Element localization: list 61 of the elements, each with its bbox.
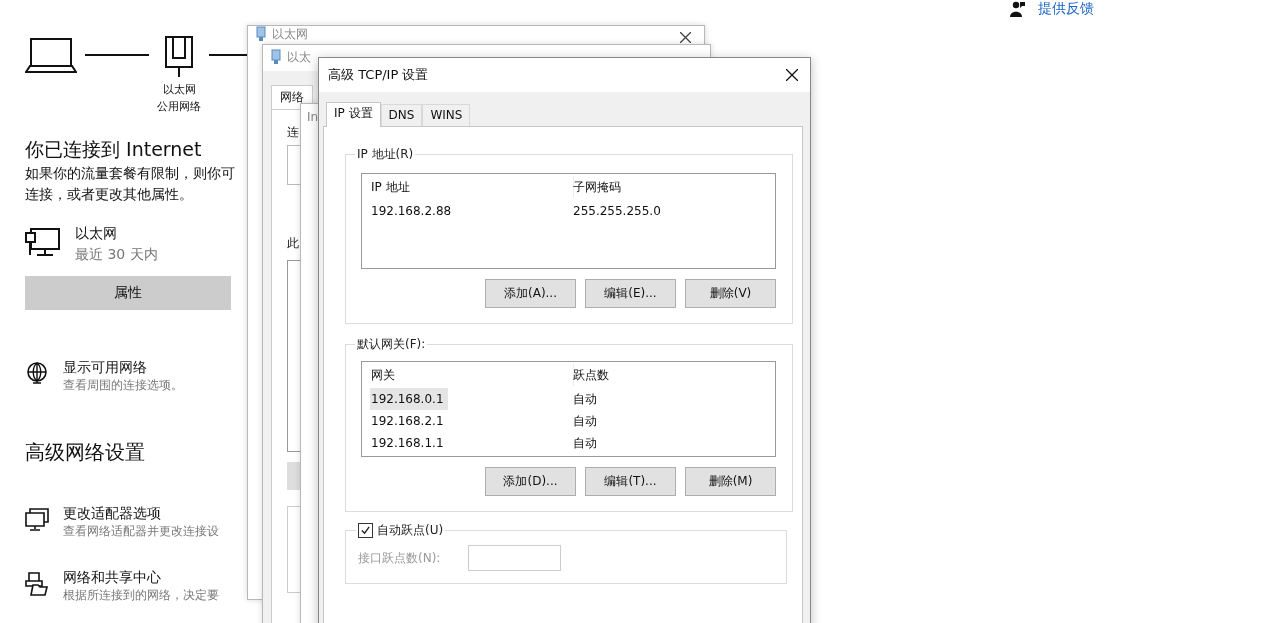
person-icon bbox=[1010, 1, 1026, 17]
dialog-button[interactable]: 删除(V) bbox=[685, 279, 776, 308]
tab[interactable]: DNS bbox=[380, 104, 423, 126]
dialog-title: 高级 TCP/IP 设置 bbox=[328, 66, 429, 84]
checkbox-label[interactable]: 自动跃点(U) bbox=[377, 522, 444, 539]
tab[interactable]: In bbox=[307, 110, 319, 124]
list-cell[interactable]: 自动 bbox=[572, 410, 775, 432]
ethernet-monitor-icon bbox=[25, 227, 61, 257]
tab[interactable]: WINS bbox=[422, 104, 471, 126]
status-description: 连接，或者更改其他属性。 bbox=[25, 185, 194, 204]
list-cell[interactable]: 自动 bbox=[572, 388, 775, 410]
status-heading: 你已连接到 Internet bbox=[25, 137, 202, 162]
window-title: 以太网 bbox=[272, 27, 308, 41]
settings-link-subtitle: 根据所连接到的网络，决定要 bbox=[63, 587, 219, 604]
network-type: 公用网络 bbox=[157, 99, 201, 115]
dialog-button[interactable]: 编辑(T)... bbox=[585, 467, 676, 496]
close-icon[interactable] bbox=[786, 69, 798, 81]
dialog-button[interactable]: 删除(M) bbox=[685, 467, 776, 496]
network-folder-icon bbox=[25, 572, 49, 596]
network-adapter-icon bbox=[271, 49, 281, 65]
column-header: 跃点数 bbox=[572, 367, 610, 384]
window-title: 以太 bbox=[287, 48, 311, 66]
feedback-link[interactable]: 提供反馈 bbox=[1038, 0, 1094, 18]
column-header: IP 地址 bbox=[370, 176, 574, 198]
dialog-button[interactable]: 添加(A)... bbox=[485, 279, 576, 308]
ethernet-icon bbox=[165, 36, 193, 78]
monitor-icon bbox=[25, 508, 49, 532]
settings-link[interactable]: 网络和共享中心 bbox=[63, 568, 219, 587]
list-cell[interactable]: 192.168.0.1 bbox=[370, 388, 448, 410]
laptop-icon bbox=[25, 38, 77, 74]
connection-name: 以太网 bbox=[75, 224, 118, 243]
list-cell[interactable]: 192.168.2.1 bbox=[370, 410, 573, 432]
dialog-button[interactable]: 添加(D)... bbox=[485, 467, 576, 496]
column-header: 子网掩码 bbox=[572, 179, 622, 196]
checkbox[interactable] bbox=[358, 523, 373, 538]
network-adapter-icon bbox=[256, 26, 266, 42]
adapter-name: 以太网 bbox=[162, 82, 196, 98]
properties-button[interactable]: 属性 bbox=[25, 276, 231, 310]
advanced-heading: 高级网络设置 bbox=[25, 439, 145, 466]
dialog-button[interactable]: 编辑(E)... bbox=[585, 279, 676, 308]
list-cell[interactable]: 192.168.1.1 bbox=[370, 432, 573, 454]
list-cell[interactable]: 192.168.2.88 bbox=[370, 200, 573, 222]
status-description: 如果你的流量套餐有限制，则你可 bbox=[25, 164, 235, 183]
list-cell[interactable]: 自动 bbox=[572, 432, 775, 454]
show-networks-subtitle: 查看周围的连接选项。 bbox=[63, 377, 183, 394]
tab[interactable]: IP 设置 bbox=[326, 102, 381, 127]
show-networks-link[interactable]: 显示可用网络 bbox=[63, 358, 183, 377]
section-label: 连 bbox=[287, 124, 300, 141]
connection-subtitle: 最近 30 天内 bbox=[75, 245, 158, 264]
group-title: IP 地址(R) bbox=[356, 146, 415, 163]
close-icon[interactable] bbox=[680, 32, 691, 43]
section-label: 此 bbox=[287, 235, 300, 252]
field-label: 接口跃点数(N): bbox=[358, 549, 441, 567]
column-header: 网关 bbox=[370, 364, 574, 386]
settings-link[interactable]: 更改适配器选项 bbox=[63, 504, 219, 523]
group-title: 默认网关(F): bbox=[356, 336, 427, 353]
tab[interactable]: 网络 bbox=[271, 85, 313, 109]
globe-icon bbox=[25, 362, 49, 386]
settings-link-subtitle: 查看网络适配器并更改连接设 bbox=[63, 523, 219, 540]
list-cell[interactable]: 255.255.255.0 bbox=[572, 200, 775, 222]
connection-line bbox=[85, 54, 149, 56]
